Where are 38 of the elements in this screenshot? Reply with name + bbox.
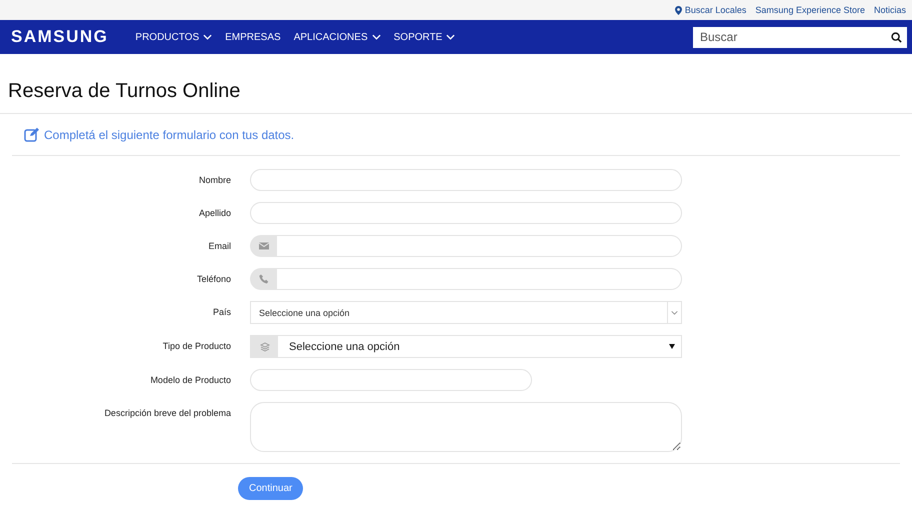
- input-field[interactable]: [250, 369, 532, 391]
- envelope-icon: [258, 241, 268, 251]
- field-label: Descripción breve del problema: [103, 407, 231, 420]
- search-field[interactable]: Buscar: [693, 26, 907, 48]
- brand-logo[interactable]: SAMSUNG: [11, 27, 108, 47]
- dropdown-select[interactable]: Seleccione una opción: [250, 335, 682, 358]
- caret-down-icon: [669, 344, 675, 349]
- nav-menu-item[interactable]: PRODUCTOS: [135, 32, 212, 42]
- dropdown-select[interactable]: Seleccione una opción: [250, 301, 682, 324]
- chevron-down-icon: [671, 310, 678, 314]
- header-link[interactable]: Buscar Locales: [674, 5, 746, 15]
- chevron-down-icon: [203, 34, 212, 40]
- layers-icon: [260, 342, 270, 352]
- header-link[interactable]: Noticias: [874, 5, 906, 15]
- nav-menu-item[interactable]: SOPORTE: [394, 32, 456, 42]
- search-icon: [891, 32, 902, 42]
- nav-menu-item[interactable]: EMPRESAS: [225, 32, 281, 42]
- input-field[interactable]: [277, 235, 682, 257]
- location-pin-icon: [674, 6, 682, 14]
- form-instructions: Completá el siguiente formulario con tus datos.: [44, 128, 294, 142]
- input-field[interactable]: [250, 169, 682, 191]
- field-label: Teléfono: [196, 273, 231, 286]
- field-label: Modelo de Producto: [149, 374, 231, 387]
- phone-icon: [258, 274, 268, 284]
- chevron-down-icon: [446, 34, 456, 40]
- field-label: Apellido: [198, 207, 231, 220]
- page-title: Reserva de Turnos Online: [7, 79, 242, 104]
- nav-menu-item[interactable]: APLICACIONES: [294, 32, 381, 42]
- edit-icon: [24, 127, 40, 142]
- field-label: Nombre: [198, 174, 231, 187]
- field-label: Tipo de Producto: [162, 340, 231, 353]
- header-link[interactable]: Samsung Experience Store: [755, 5, 865, 15]
- field-label: Email: [207, 240, 231, 253]
- chevron-down-icon: [372, 34, 381, 40]
- input-field[interactable]: [250, 202, 682, 224]
- text-area[interactable]: [250, 402, 682, 452]
- field-label: País: [212, 306, 231, 319]
- input-field[interactable]: [277, 268, 682, 290]
